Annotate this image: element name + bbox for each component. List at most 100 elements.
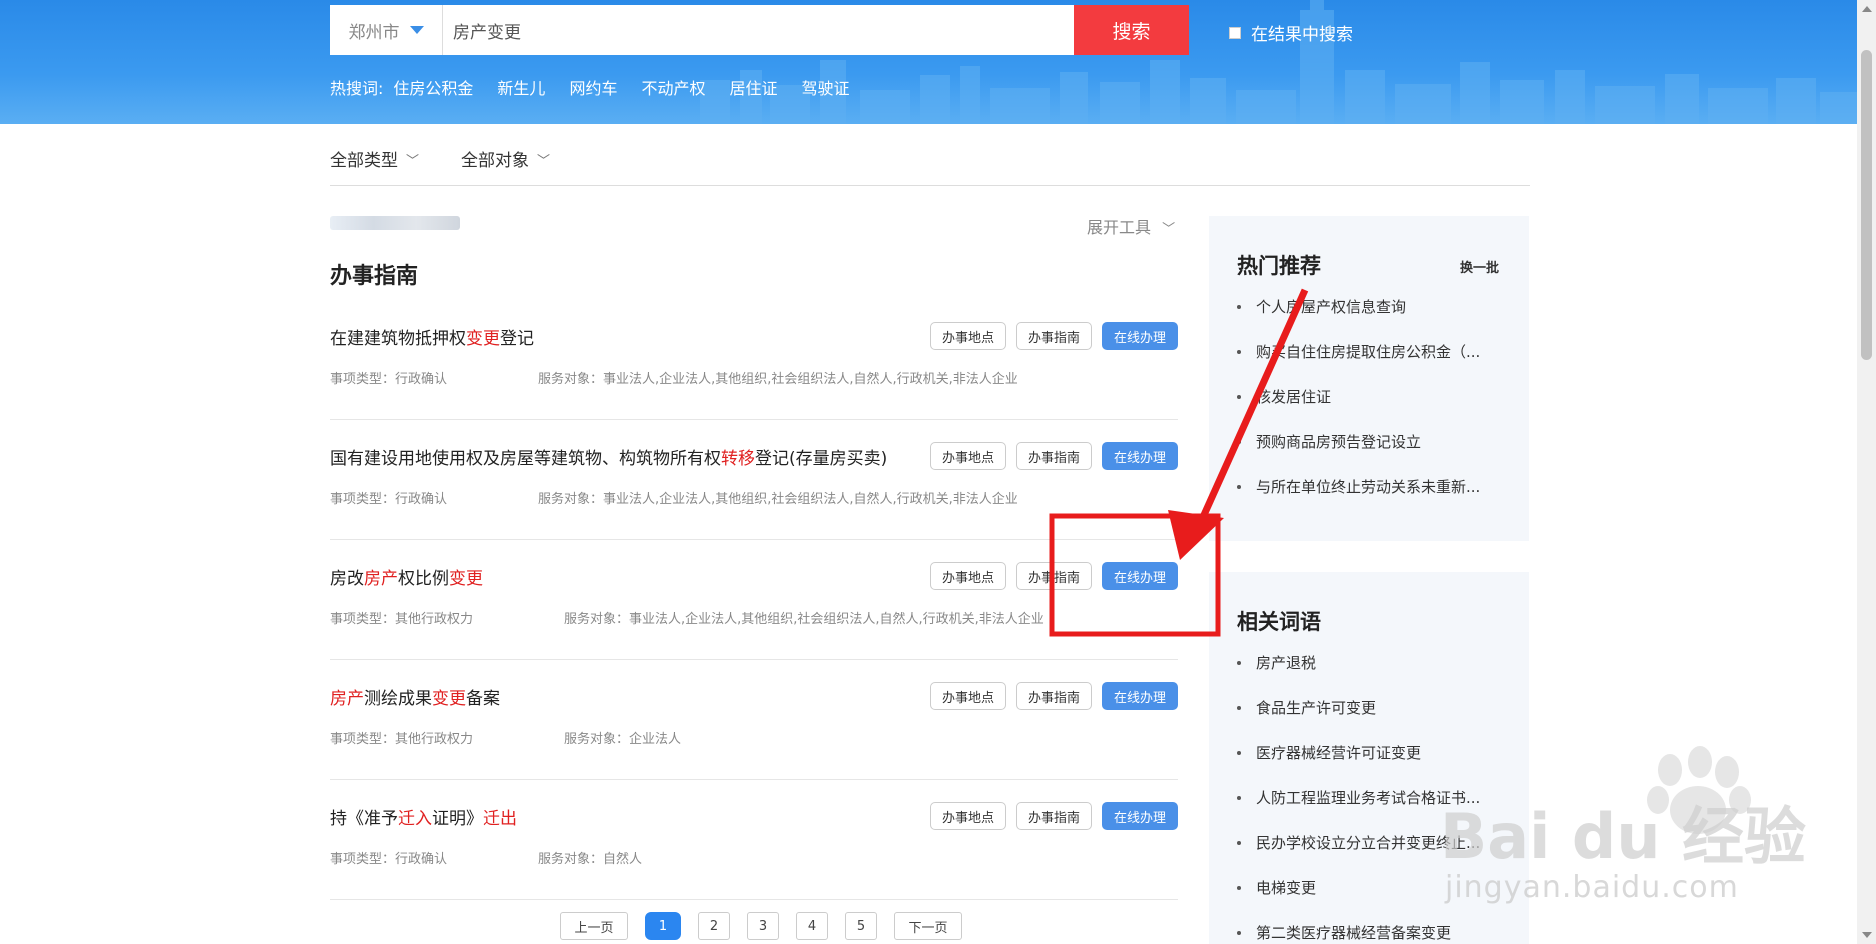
related-word-item[interactable]: 房产退税 xyxy=(1237,652,1496,697)
scroll-up-arrow-icon[interactable] xyxy=(1862,6,1872,12)
result-actions: 办事地点 办事指南 在线办理 xyxy=(920,562,1178,590)
bullet-icon xyxy=(1237,841,1241,845)
result-actions: 办事地点 办事指南 在线办理 xyxy=(920,682,1178,710)
result-target: 服务对象：事业法人,企业法人,其他组织,社会组织法人,自然人,行政机关,非法人企… xyxy=(538,372,1018,387)
title-highlight: 变更 xyxy=(432,689,466,709)
title-text: 测绘成果 xyxy=(364,689,432,709)
scrollbar-thumb[interactable] xyxy=(1861,50,1872,360)
page-button-current[interactable]: 1 xyxy=(645,912,681,940)
hot-search-label: 热搜词: xyxy=(330,79,384,98)
title-highlight: 迁入 xyxy=(398,809,432,829)
location-button[interactable]: 办事地点 xyxy=(929,562,1006,590)
result-title-link[interactable]: 持《准予迁入证明》迁出 xyxy=(330,804,517,829)
city-select[interactable]: 郑州市 xyxy=(330,5,443,55)
bullet-icon xyxy=(1237,751,1241,755)
hot-recommend-item[interactable]: 与所在单位终止劳动关系未重新... xyxy=(1237,476,1496,521)
expand-tools-label: 展开工具 xyxy=(1087,218,1152,237)
page-button[interactable]: 2 xyxy=(698,912,730,940)
bullet-icon xyxy=(1237,440,1241,444)
result-title-link[interactable]: 国有建设用地使用权及房屋等建筑物、构筑物所有权转移登记(存量房买卖) xyxy=(330,444,887,469)
next-page-button[interactable]: 下一页 xyxy=(894,912,962,940)
search-button[interactable]: 搜索 xyxy=(1074,5,1189,55)
location-button[interactable]: 办事地点 xyxy=(929,682,1006,710)
hot-word-link[interactable]: 网约车 xyxy=(569,75,617,99)
guide-button[interactable]: 办事指南 xyxy=(1015,802,1092,830)
search-in-results[interactable]: 在结果中搜索 xyxy=(1229,20,1353,45)
section-title: 办事指南 xyxy=(330,264,419,289)
search-in-results-label: 在结果中搜索 xyxy=(1251,25,1353,45)
filter-all-types-label: 全部类型 xyxy=(330,151,398,171)
related-item-label: 第二类医疗器械经营备案变更 xyxy=(1256,924,1452,942)
title-text: 在建建筑物抵押权 xyxy=(330,329,466,349)
result-type: 事项类型：行政确认 xyxy=(330,492,448,507)
filter-all-targets[interactable]: 全部对象 ﹀ xyxy=(461,146,550,185)
result-actions: 办事地点 办事指南 在线办理 xyxy=(920,802,1178,830)
related-word-item[interactable]: 人防工程监理业务考试合格证书... xyxy=(1237,787,1496,832)
title-text: 房改 xyxy=(330,569,364,589)
search-input[interactable] xyxy=(443,5,1074,55)
results-list: 在建建筑物抵押权变更登记 事项类型：行政确认 服务对象：事业法人,企业法人,其他… xyxy=(330,300,1178,900)
expand-tools[interactable]: 展开工具 ﹀ xyxy=(1087,214,1175,238)
result-title-link[interactable]: 房改房产权比例变更 xyxy=(330,564,483,589)
location-button[interactable]: 办事地点 xyxy=(929,802,1006,830)
title-highlight: 转移 xyxy=(721,449,755,469)
result-item: 持《准予迁入证明》迁出 事项类型：行政确认 服务对象：自然人 办事地点 办事指南… xyxy=(330,780,1178,900)
related-item-label: 医疗器械经营许可证变更 xyxy=(1256,744,1422,762)
title-text: 持《准予 xyxy=(330,809,398,829)
related-item-label: 食品生产许可变更 xyxy=(1256,699,1377,717)
page-button[interactable]: 3 xyxy=(747,912,779,940)
result-item: 房改房产权比例变更 事项类型：其他行政权力 服务对象：事业法人,企业法人,其他组… xyxy=(330,540,1178,660)
guide-button[interactable]: 办事指南 xyxy=(1015,442,1092,470)
guide-button[interactable]: 办事指南 xyxy=(1015,322,1092,350)
hot-recommend-item[interactable]: 预购商品房预告登记设立 xyxy=(1237,431,1496,476)
chevron-down-icon: ﹀ xyxy=(406,154,420,169)
result-type: 事项类型：行政确认 xyxy=(330,852,448,867)
search-in-results-checkbox[interactable] xyxy=(1229,26,1241,39)
location-button[interactable]: 办事地点 xyxy=(929,322,1006,350)
watermark-url: jingyan.baidu.com xyxy=(1445,870,1739,905)
filter-all-targets-label: 全部对象 xyxy=(461,151,530,171)
refresh-batch-button[interactable]: 换一批 xyxy=(1460,257,1499,276)
result-title-link[interactable]: 在建建筑物抵押权变更登记 xyxy=(330,324,534,349)
page-scrollbar[interactable] xyxy=(1857,0,1876,944)
result-target: 服务对象：事业法人,企业法人,其他组织,社会组织法人,自然人,行政机关,非法人企… xyxy=(538,492,1018,507)
hot-item-label: 个人房屋产权信息查询 xyxy=(1256,298,1407,316)
hot-word-link[interactable]: 驾驶证 xyxy=(801,75,849,99)
online-service-button[interactable]: 在线办理 xyxy=(1101,802,1178,830)
hot-recommend-item[interactable]: 核发居住证 xyxy=(1237,386,1496,431)
result-type: 事项类型：其他行政权力 xyxy=(330,612,474,627)
related-word-item[interactable]: 医疗器械经营许可证变更 xyxy=(1237,742,1496,787)
result-item: 国有建设用地使用权及房屋等建筑物、构筑物所有权转移登记(存量房买卖) 事项类型：… xyxy=(330,420,1178,540)
filter-bar: 全部类型 ﹀ 全部对象 ﹀ xyxy=(330,146,1530,186)
related-word-item[interactable]: 第二类医疗器械经营备案变更 xyxy=(1237,922,1496,944)
result-title-link[interactable]: 房产测绘成果变更备案 xyxy=(330,684,500,709)
chevron-down-icon: ﹀ xyxy=(1162,222,1176,237)
hot-word-link[interactable]: 新生儿 xyxy=(497,75,545,99)
hot-recommend-item[interactable]: 个人房屋产权信息查询 xyxy=(1237,296,1496,341)
header-banner: 郑州市 搜索 在结果中搜索 热搜词: 住房公积金 新生儿 网约车 不动产权 居住… xyxy=(0,0,1857,124)
page-button[interactable]: 4 xyxy=(796,912,828,940)
caret-down-icon xyxy=(409,26,424,34)
hot-word-link[interactable]: 居住证 xyxy=(729,75,777,99)
title-highlight: 迁出 xyxy=(483,809,517,829)
hot-search-words: 热搜词: 住房公积金 新生儿 网约车 不动产权 居住证 驾驶证 xyxy=(330,75,874,99)
filter-all-types[interactable]: 全部类型 ﹀ xyxy=(330,146,419,185)
hot-recommend-item[interactable]: 购买自住住房提取住房公积金（... xyxy=(1237,341,1496,386)
online-service-button[interactable]: 在线办理 xyxy=(1101,442,1178,470)
online-service-button[interactable]: 在线办理 xyxy=(1101,562,1178,590)
prev-page-button[interactable]: 上一页 xyxy=(560,912,628,940)
title-text: 权比例 xyxy=(398,569,449,589)
title-text: 证明》 xyxy=(432,809,483,829)
page-button[interactable]: 5 xyxy=(845,912,877,940)
hot-word-link[interactable]: 不动产权 xyxy=(641,75,705,99)
hot-word-link[interactable]: 住房公积金 xyxy=(393,75,473,99)
online-service-button[interactable]: 在线办理 xyxy=(1101,682,1178,710)
result-actions: 办事地点 办事指南 在线办理 xyxy=(920,442,1178,470)
scroll-down-arrow-icon[interactable] xyxy=(1862,932,1872,938)
related-word-item[interactable]: 食品生产许可变更 xyxy=(1237,697,1496,742)
location-button[interactable]: 办事地点 xyxy=(929,442,1006,470)
result-type: 事项类型：其他行政权力 xyxy=(330,732,474,747)
online-service-button[interactable]: 在线办理 xyxy=(1101,322,1178,350)
guide-button[interactable]: 办事指南 xyxy=(1015,562,1092,590)
guide-button[interactable]: 办事指南 xyxy=(1015,682,1092,710)
